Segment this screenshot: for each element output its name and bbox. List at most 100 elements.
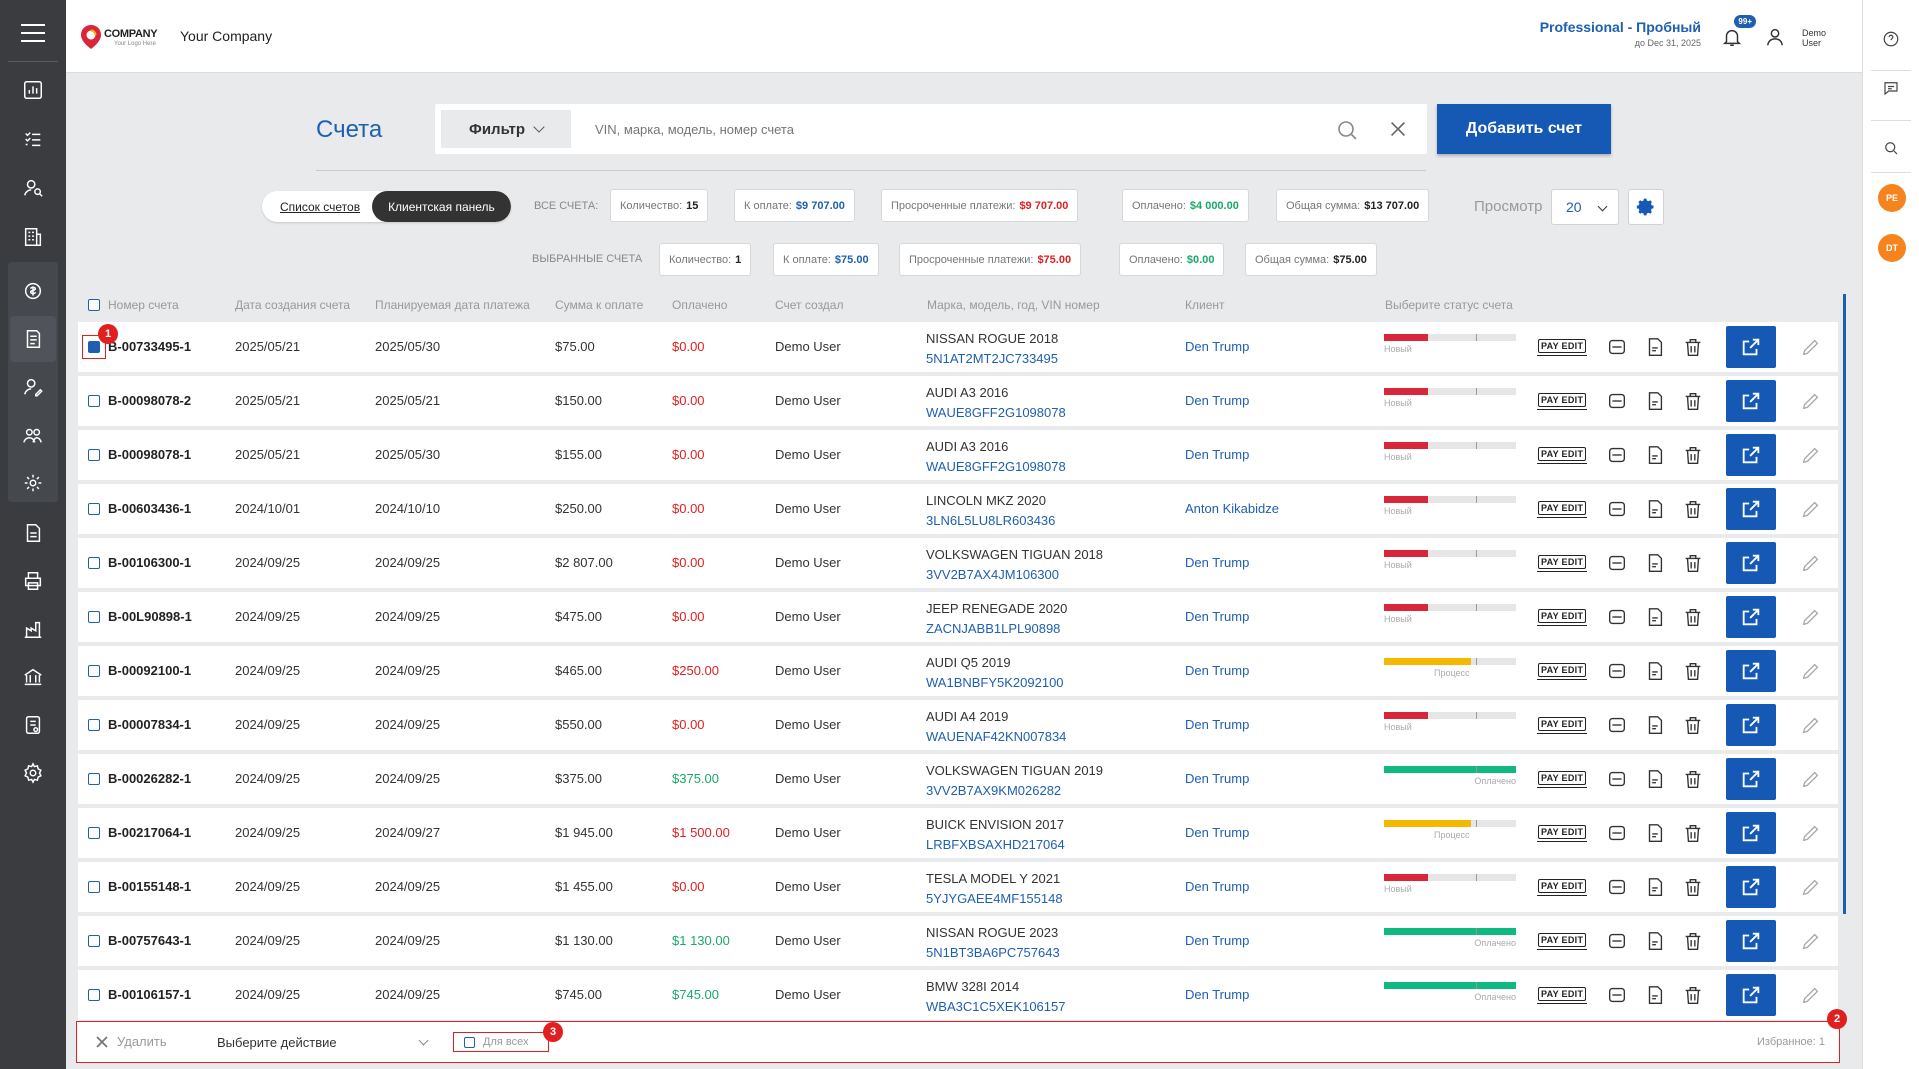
- trash-icon[interactable]: [1682, 336, 1704, 358]
- table-row[interactable]: B-00026282-1 2024/09/25 2024/09/25 $375.…: [78, 754, 1838, 804]
- open-external-button[interactable]: [1726, 542, 1776, 584]
- pay-edit-button[interactable]: PAY EDIT: [1536, 771, 1588, 788]
- header-planned-date[interactable]: Планируемая дата платежа: [375, 298, 530, 312]
- client-link[interactable]: Den Trump: [1185, 825, 1249, 840]
- pencil-icon[interactable]: [1800, 444, 1822, 466]
- vehicle-vin-link[interactable]: 3LN6L5LU8LR603436: [926, 511, 1055, 531]
- client-link[interactable]: Den Trump: [1185, 933, 1249, 948]
- invoice-number[interactable]: B-00106157-1: [108, 987, 191, 1002]
- invoice-number[interactable]: B-00026282-1: [108, 771, 191, 786]
- row-checkbox[interactable]: [88, 719, 100, 731]
- search-icon[interactable]: [1335, 118, 1359, 142]
- open-external-button[interactable]: [1726, 866, 1776, 908]
- avatar-pe[interactable]: PE: [1878, 184, 1906, 212]
- status-progress[interactable]: Новый: [1384, 496, 1516, 522]
- pay-icon[interactable]: [1606, 822, 1628, 844]
- status-progress[interactable]: Новый: [1384, 604, 1516, 630]
- pdf-icon[interactable]: [1644, 984, 1666, 1006]
- pay-edit-button[interactable]: PAY EDIT: [1536, 825, 1588, 842]
- table-row[interactable]: B-00217064-1 2024/09/25 2024/09/27 $1 94…: [78, 808, 1838, 858]
- chat-icon[interactable]: [1879, 76, 1903, 100]
- vehicle-vin-link[interactable]: 5N1BT3BA6PC757643: [926, 943, 1060, 963]
- invoice-number[interactable]: B-00106300-1: [108, 555, 191, 570]
- pay-icon[interactable]: [1606, 606, 1628, 628]
- pay-icon[interactable]: [1606, 390, 1628, 412]
- table-row[interactable]: B-00007834-1 2024/09/25 2024/09/25 $550.…: [78, 700, 1838, 750]
- pencil-icon[interactable]: [1800, 714, 1822, 736]
- pdf-icon[interactable]: [1644, 606, 1666, 628]
- vehicle-vin-link[interactable]: WA1BNBFY5K2092100: [926, 673, 1064, 693]
- nav-user-edit-icon[interactable]: [10, 364, 56, 410]
- pay-edit-button[interactable]: PAY EDIT: [1536, 447, 1588, 464]
- row-checkbox[interactable]: [88, 665, 100, 677]
- status-progress[interactable]: Новый: [1384, 874, 1516, 900]
- vehicle-vin-link[interactable]: ZACNJABB1LPL90898: [926, 619, 1067, 639]
- invoice-number[interactable]: B-00098078-2: [108, 393, 191, 408]
- nav-checklist-icon[interactable]: [10, 116, 56, 162]
- per-page-select[interactable]: 20: [1551, 189, 1619, 225]
- pay-icon[interactable]: [1606, 930, 1628, 952]
- table-row[interactable]: B-00733495-1 2025/05/21 2025/05/30 $75.0…: [78, 322, 1838, 372]
- pencil-icon[interactable]: [1800, 660, 1822, 682]
- trash-icon[interactable]: [1682, 930, 1704, 952]
- row-checkbox[interactable]: [88, 449, 100, 461]
- status-progress[interactable]: Процесс: [1384, 658, 1516, 684]
- pencil-icon[interactable]: [1800, 390, 1822, 412]
- status-progress[interactable]: Оплачено: [1384, 766, 1516, 792]
- client-link[interactable]: Den Trump: [1185, 339, 1249, 354]
- pencil-icon[interactable]: [1800, 768, 1822, 790]
- status-progress[interactable]: Процесс: [1384, 820, 1516, 846]
- table-settings-gear-icon[interactable]: [1628, 189, 1664, 225]
- pdf-icon[interactable]: [1644, 876, 1666, 898]
- nav-bank-icon[interactable]: [10, 654, 56, 700]
- client-link[interactable]: Anton Kikabidze: [1185, 501, 1279, 516]
- nav-team-icon[interactable]: [10, 412, 56, 458]
- pdf-icon[interactable]: [1644, 768, 1666, 790]
- header-invoice-number[interactable]: Номер счета: [108, 298, 179, 312]
- pdf-icon[interactable]: [1644, 552, 1666, 574]
- vehicle-vin-link[interactable]: LRBFXBSAXHD217064: [926, 835, 1065, 855]
- trash-icon[interactable]: [1682, 714, 1704, 736]
- nav-settings-icon[interactable]: [10, 750, 56, 796]
- pdf-icon[interactable]: [1644, 822, 1666, 844]
- invoice-number[interactable]: B-00733495-1: [108, 339, 191, 354]
- vehicle-vin-link[interactable]: WAUENAF42KN007834: [926, 727, 1066, 747]
- client-link[interactable]: Den Trump: [1185, 879, 1249, 894]
- header-vehicle[interactable]: Марка, модель, год, VIN номер: [927, 298, 1100, 312]
- pencil-icon[interactable]: [1800, 930, 1822, 952]
- client-link[interactable]: Den Trump: [1185, 771, 1249, 786]
- open-external-button[interactable]: [1726, 434, 1776, 476]
- open-external-button[interactable]: [1726, 974, 1776, 1016]
- apply-to-all-checkbox[interactable]: Для всех: [453, 1032, 549, 1052]
- trash-icon[interactable]: [1682, 822, 1704, 844]
- invoice-number[interactable]: B-00757643-1: [108, 933, 191, 948]
- nav-user-search-icon[interactable]: [10, 165, 56, 211]
- invoice-number[interactable]: B-00098078-1: [108, 447, 191, 462]
- pencil-icon[interactable]: [1800, 336, 1822, 358]
- nav-reports-icon[interactable]: [10, 702, 56, 748]
- header-created-date[interactable]: Дата создания счета: [235, 298, 350, 312]
- table-row[interactable]: B-00603436-1 2024/10/01 2024/10/10 $250.…: [78, 484, 1838, 534]
- pay-edit-button[interactable]: PAY EDIT: [1536, 339, 1588, 356]
- invoice-number[interactable]: B-00007834-1: [108, 717, 191, 732]
- pay-icon[interactable]: [1606, 498, 1628, 520]
- help-icon[interactable]: [1879, 27, 1903, 51]
- pdf-icon[interactable]: [1644, 390, 1666, 412]
- client-link[interactable]: Den Trump: [1185, 987, 1249, 1002]
- status-progress[interactable]: Новый: [1384, 550, 1516, 576]
- header-paid[interactable]: Оплачено: [672, 298, 727, 312]
- status-progress[interactable]: Новый: [1384, 334, 1516, 360]
- status-progress[interactable]: Новый: [1384, 712, 1516, 738]
- row-checkbox[interactable]: [88, 827, 100, 839]
- pay-edit-button[interactable]: PAY EDIT: [1536, 933, 1588, 950]
- row-checkbox[interactable]: [88, 989, 100, 1001]
- pdf-icon[interactable]: [1644, 660, 1666, 682]
- rail-search-icon[interactable]: [1879, 136, 1903, 160]
- pay-icon[interactable]: [1606, 768, 1628, 790]
- row-checkbox[interactable]: [88, 773, 100, 785]
- vehicle-vin-link[interactable]: 5YJYGAEE4MF155148: [926, 889, 1063, 909]
- tab-client-panel[interactable]: Клиентская панель: [372, 191, 511, 222]
- bulk-action-select[interactable]: Выберите действие: [207, 1028, 433, 1056]
- search-input[interactable]: [595, 114, 1195, 144]
- row-checkbox[interactable]: [88, 341, 100, 353]
